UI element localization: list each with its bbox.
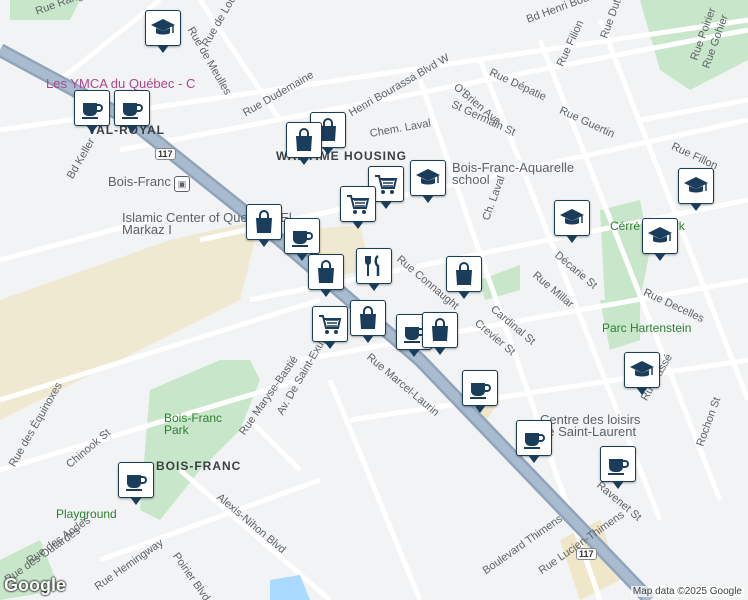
map-marker-cafe[interactable] bbox=[284, 218, 320, 261]
map-marker-grocery-cart[interactable] bbox=[312, 306, 348, 349]
poi-label: Bois-Franc-Aquarelle school bbox=[452, 160, 575, 187]
map-marker-school[interactable] bbox=[678, 168, 714, 211]
map-marker-shopping-bag[interactable] bbox=[350, 300, 386, 343]
map-marker-cafe[interactable] bbox=[600, 446, 636, 489]
map-marker-shopping-bag[interactable] bbox=[246, 204, 282, 247]
map-marker-cafe[interactable] bbox=[516, 420, 552, 463]
map-marker-school[interactable] bbox=[145, 10, 181, 53]
map-marker-restaurant[interactable] bbox=[356, 248, 392, 291]
map-marker-cafe[interactable] bbox=[118, 462, 154, 505]
map-marker-school[interactable] bbox=[554, 200, 590, 243]
poi-label: Bois-Franc Park bbox=[164, 411, 223, 437]
map-marker-school[interactable] bbox=[410, 160, 446, 203]
neighborhood-label: BOIS-FRANC bbox=[156, 459, 242, 473]
map-marker-shopping-bag[interactable] bbox=[308, 254, 344, 297]
map-marker-school[interactable] bbox=[642, 218, 678, 261]
map-marker-shopping-bag[interactable] bbox=[446, 256, 482, 299]
route-shield: 117 bbox=[155, 148, 176, 160]
map-marker-shopping-bag[interactable] bbox=[286, 122, 322, 165]
google-logo: Google bbox=[4, 575, 66, 595]
poi-label: Bois-Franc bbox=[108, 174, 171, 189]
poi-label: Parc Hartenstein bbox=[602, 321, 692, 335]
map-marker-cafe[interactable] bbox=[114, 90, 150, 133]
poi-label: Les YMCA du Québec - C bbox=[46, 76, 196, 91]
map-canvas[interactable]: Rue Ranger Rue de Meulles Rue de Louisbo… bbox=[0, 0, 748, 600]
route-shield: 117 bbox=[576, 548, 597, 560]
train-station-icon: ▣ bbox=[174, 176, 190, 192]
map-marker-school[interactable] bbox=[624, 352, 660, 395]
map-marker-grocery-cart[interactable] bbox=[340, 186, 376, 229]
map-marker-shopping-bag[interactable] bbox=[422, 312, 458, 355]
poi-label: Centre des loisirs de Saint-Laurent bbox=[540, 412, 641, 439]
poi-label: Playground bbox=[56, 507, 117, 521]
map-marker-cafe[interactable] bbox=[462, 370, 498, 413]
map-marker-cafe[interactable] bbox=[74, 90, 110, 133]
map-attribution: Map data ©2025 Google bbox=[630, 586, 744, 597]
